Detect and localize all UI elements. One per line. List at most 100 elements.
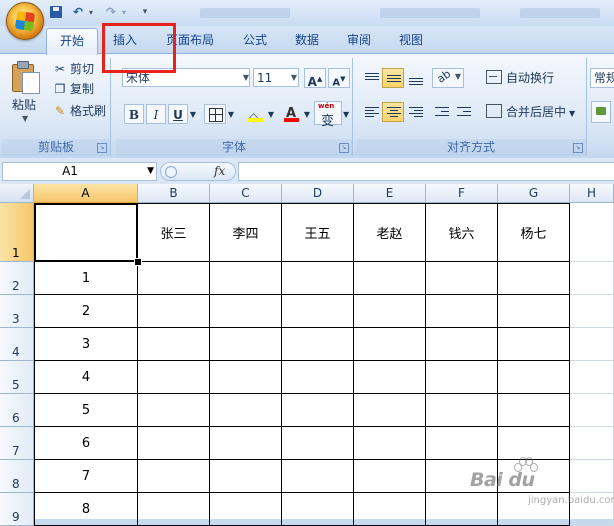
- align-top-button[interactable]: [360, 68, 382, 88]
- chevron-down-icon[interactable]: ▼: [288, 68, 300, 87]
- cell-b1[interactable]: 张三: [138, 203, 210, 262]
- cell-d2[interactable]: [282, 262, 354, 295]
- cell-h4[interactable]: [570, 328, 614, 361]
- decrease-indent-button[interactable]: [430, 102, 452, 122]
- chevron-down-icon[interactable]: ▼: [302, 104, 312, 124]
- cell-g2[interactable]: [498, 262, 570, 295]
- row-header-6[interactable]: 6: [0, 394, 34, 427]
- cell-e8[interactable]: [354, 460, 426, 493]
- grow-font-button[interactable]: A▲: [304, 68, 326, 89]
- cut-button[interactable]: ✂ 剪切: [52, 60, 94, 78]
- chevron-down-icon[interactable]: ▼: [147, 163, 154, 180]
- undo-dropdown-icon[interactable]: ▾: [86, 4, 96, 21]
- cell-h1[interactable]: [570, 203, 614, 262]
- cell-d1[interactable]: 王五: [282, 203, 354, 262]
- cell-e3[interactable]: [354, 295, 426, 328]
- cell-f4[interactable]: [426, 328, 498, 361]
- tab-view[interactable]: 视图: [396, 30, 426, 52]
- font-color-button[interactable]: A: [280, 104, 302, 124]
- cell-e6[interactable]: [354, 394, 426, 427]
- cell-h2[interactable]: [570, 262, 614, 295]
- cell-c7[interactable]: [210, 427, 282, 460]
- fx-icon[interactable]: fx: [214, 163, 225, 180]
- cell-e9[interactable]: [354, 493, 426, 526]
- chevron-down-icon[interactable]: ▼: [226, 104, 236, 124]
- cell-g3[interactable]: [498, 295, 570, 328]
- align-bottom-button[interactable]: [404, 68, 426, 88]
- tab-home[interactable]: 开始: [46, 28, 98, 55]
- row-header-5[interactable]: 5: [0, 361, 34, 394]
- cell-b6[interactable]: [138, 394, 210, 427]
- tab-data[interactable]: 数据: [292, 30, 322, 52]
- fill-handle[interactable]: [134, 258, 142, 266]
- cell-d3[interactable]: [282, 295, 354, 328]
- chevron-down-icon[interactable]: ▼: [266, 104, 276, 124]
- currency-format-icon[interactable]: [591, 101, 611, 123]
- tab-formulas[interactable]: 公式: [240, 30, 270, 52]
- cell-c1[interactable]: 李四: [210, 203, 282, 262]
- splitter-handle-icon[interactable]: [165, 166, 177, 178]
- redo-dropdown-icon[interactable]: ▾: [119, 4, 129, 21]
- column-header-b[interactable]: B: [138, 184, 210, 203]
- align-right-button[interactable]: [404, 102, 426, 122]
- format-painter-button[interactable]: ✎ 格式刷: [52, 102, 106, 120]
- shrink-font-button[interactable]: A▼: [328, 68, 350, 88]
- cell-d7[interactable]: [282, 427, 354, 460]
- number-format-combobox[interactable]: 常规: [590, 68, 614, 88]
- italic-button[interactable]: I: [146, 104, 166, 124]
- paste-dropdown-icon[interactable]: ▼: [22, 114, 28, 123]
- cell-a2[interactable]: 1: [34, 262, 138, 295]
- cell-f1[interactable]: 钱六: [426, 203, 498, 262]
- cell-c2[interactable]: [210, 262, 282, 295]
- cell-h5[interactable]: [570, 361, 614, 394]
- row-header-1[interactable]: 1: [0, 203, 34, 262]
- phonetic-guide-button[interactable]: wén 变: [314, 101, 342, 129]
- save-icon[interactable]: [48, 4, 64, 21]
- cell-a5[interactable]: 4: [34, 361, 138, 394]
- cell-g4[interactable]: [498, 328, 570, 361]
- merge-center-button[interactable]: 合并后居中 ▼: [484, 102, 584, 122]
- wrap-text-button[interactable]: 自动换行: [484, 68, 584, 88]
- row-header-7[interactable]: 7: [0, 427, 34, 460]
- cell-d9[interactable]: [282, 493, 354, 526]
- cell-b5[interactable]: [138, 361, 210, 394]
- undo-icon[interactable]: ↶: [70, 4, 86, 21]
- fill-color-button[interactable]: ◇: [244, 104, 266, 124]
- cell-e5[interactable]: [354, 361, 426, 394]
- column-header-e[interactable]: E: [354, 184, 426, 203]
- cell-e7[interactable]: [354, 427, 426, 460]
- formula-input[interactable]: [238, 162, 614, 181]
- cell-c3[interactable]: [210, 295, 282, 328]
- cell-b3[interactable]: [138, 295, 210, 328]
- row-header-9[interactable]: 9: [0, 493, 34, 526]
- borders-button[interactable]: [204, 104, 226, 124]
- align-center-button[interactable]: [382, 102, 404, 122]
- dialog-launcher-icon[interactable]: ↘: [573, 143, 583, 153]
- cell-f3[interactable]: [426, 295, 498, 328]
- cell-a6[interactable]: 5: [34, 394, 138, 427]
- cell-d5[interactable]: [282, 361, 354, 394]
- cell-c8[interactable]: [210, 460, 282, 493]
- cell-c9[interactable]: [210, 493, 282, 526]
- customize-qat-icon[interactable]: ▾: [138, 4, 152, 21]
- cell-g5[interactable]: [498, 361, 570, 394]
- cell-c4[interactable]: [210, 328, 282, 361]
- row-header-3[interactable]: 3: [0, 295, 34, 328]
- dialog-launcher-icon[interactable]: ↘: [339, 143, 349, 153]
- redo-icon[interactable]: ↷: [103, 4, 119, 21]
- cell-b9[interactable]: [138, 493, 210, 526]
- cell-f2[interactable]: [426, 262, 498, 295]
- cell-c6[interactable]: [210, 394, 282, 427]
- insert-function-control[interactable]: fx: [160, 162, 236, 181]
- column-header-a[interactable]: A: [34, 184, 138, 203]
- cell-f5[interactable]: [426, 361, 498, 394]
- cell-d4[interactable]: [282, 328, 354, 361]
- bold-button[interactable]: B: [124, 104, 144, 124]
- cell-e4[interactable]: [354, 328, 426, 361]
- column-header-g[interactable]: G: [498, 184, 570, 203]
- column-header-d[interactable]: D: [282, 184, 354, 203]
- cell-c5[interactable]: [210, 361, 282, 394]
- cell-b8[interactable]: [138, 460, 210, 493]
- cell-h6[interactable]: [570, 394, 614, 427]
- dialog-launcher-icon[interactable]: ↘: [97, 143, 107, 153]
